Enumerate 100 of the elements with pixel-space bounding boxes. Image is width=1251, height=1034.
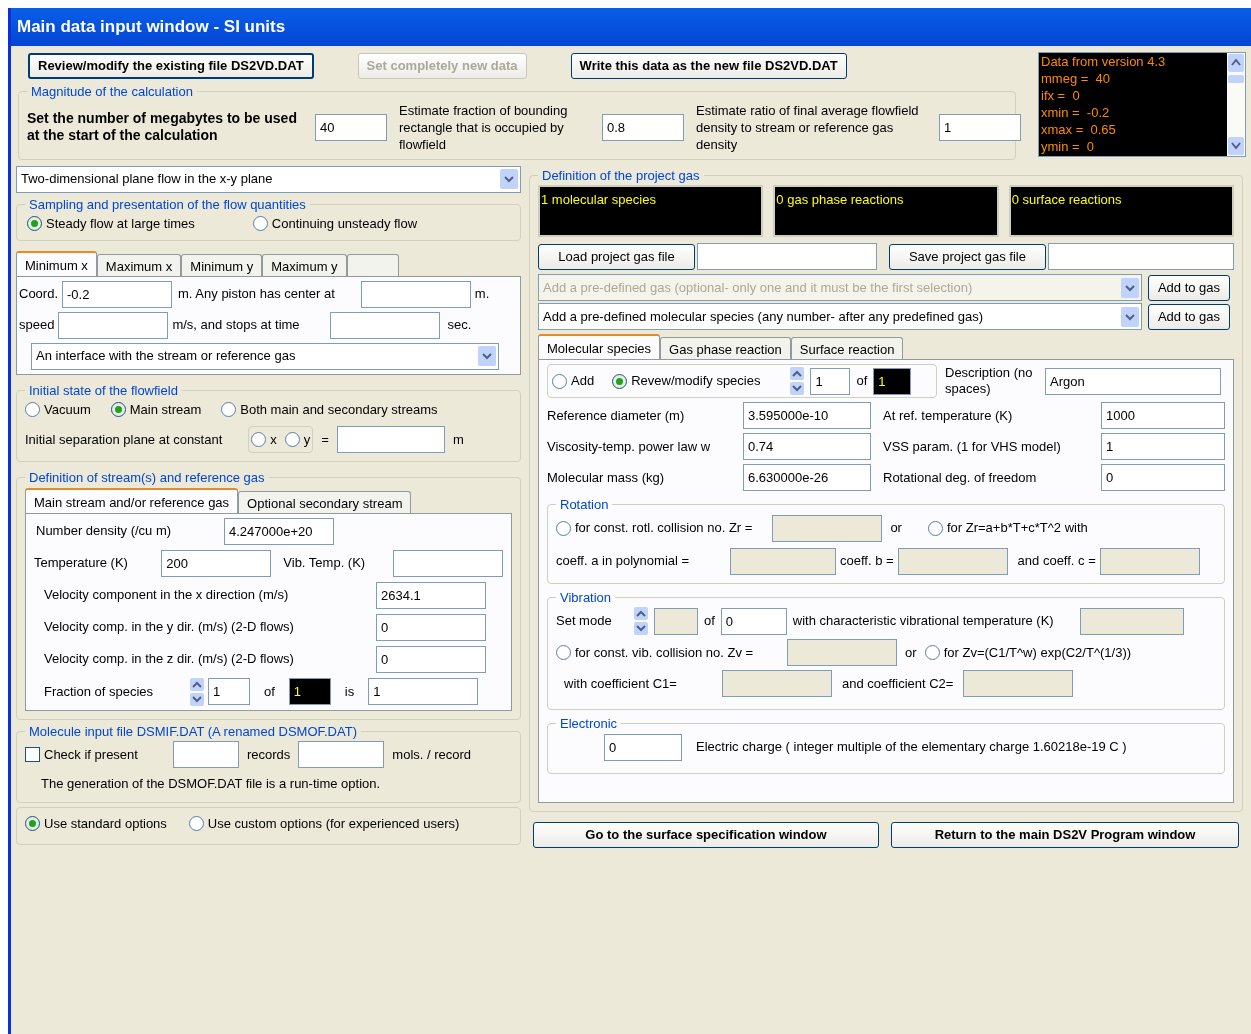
- label: Velocity comp. in the y dir. (m/s) (2-D flows): [44, 618, 295, 637]
- text-field[interactable]: 0: [376, 645, 486, 673]
- group-title: Molecule input file DSMIF.DAT (A renamed DSMOF.DAT): [28, 722, 358, 741]
- log-line: ifx = 0: [1041, 87, 1081, 104]
- text-field[interactable]: 1000: [1101, 402, 1225, 429]
- radio-button[interactable]: Both main and secondary streams: [221, 400, 438, 420]
- button[interactable]: Save project gas file: [888, 243, 1046, 270]
- radio-button[interactable]: Use standard options: [25, 814, 167, 834]
- text-field[interactable]: 3.595000e-10: [743, 402, 871, 429]
- text-field[interactable]: [173, 741, 239, 768]
- text-field[interactable]: 1: [873, 367, 912, 395]
- text-field[interactable]: 0.74: [743, 433, 871, 460]
- tab[interactable]: Surface reaction: [790, 337, 904, 359]
- tab[interactable]: Minimum x: [16, 250, 97, 276]
- button[interactable]: Return to the main DS2V Program window: [891, 821, 1239, 848]
- chevron-down-icon: [1121, 306, 1139, 327]
- tab[interactable]: Optional secondary stream: [238, 490, 412, 513]
- text-field[interactable]: 6.630000e-26: [743, 464, 871, 491]
- text-field[interactable]: [1048, 243, 1234, 270]
- text-field[interactable]: 40: [315, 113, 387, 141]
- label: Rotational deg. of freedom: [883, 468, 1038, 487]
- spin-button[interactable]: [190, 677, 204, 706]
- group-title: Definition of the project gas: [541, 166, 701, 185]
- tab[interactable]: Maximum x: [96, 253, 182, 276]
- text-field[interactable]: 1: [288, 678, 331, 705]
- label: Coord.: [19, 285, 59, 304]
- label: Molecular mass (kg): [547, 468, 666, 487]
- text-field[interactable]: 1: [939, 113, 1021, 141]
- tab[interactable]: Minimum y: [181, 253, 263, 276]
- text-field[interactable]: 0: [376, 613, 486, 641]
- radio-button[interactable]: x: [251, 429, 277, 449]
- dropdown[interactable]: An interface with the stream or reference gas: [31, 342, 499, 370]
- label: of: [704, 612, 715, 631]
- radio-button[interactable]: Vacuum: [25, 400, 91, 420]
- text-field[interactable]: -0.2: [62, 280, 173, 308]
- text-field[interactable]: [697, 243, 878, 270]
- spin-button[interactable]: [790, 367, 805, 395]
- label: m. Any piston has center at: [178, 285, 335, 304]
- radio-button[interactable]: Use custom options (for experienced users): [188, 814, 460, 834]
- radio-button[interactable]: Continuing unsteady flow: [252, 214, 418, 234]
- radio-button[interactable]: Add: [552, 371, 595, 391]
- text-field[interactable]: 1: [1101, 433, 1225, 460]
- text-field[interactable]: 0: [720, 607, 787, 635]
- group-title: Electronic: [559, 715, 619, 733]
- label: and coefficient C2=: [842, 674, 954, 693]
- dropdown[interactable]: Add a pre-defined molecular species (any number- after any predefined gas): [538, 303, 1142, 330]
- group-title: Rotation: [559, 496, 610, 514]
- text-field[interactable]: [298, 741, 385, 768]
- label: coeff. a in polynomial =: [556, 552, 691, 571]
- radio-button[interactable]: Revew/modify species: [612, 371, 761, 391]
- radio-button[interactable]: Main stream: [110, 400, 202, 420]
- text-field[interactable]: 0.8: [602, 113, 684, 141]
- tab[interactable]: Gas phase reaction: [660, 337, 791, 359]
- button[interactable]: Go to the surface specification window: [533, 821, 879, 848]
- tab[interactable]: [346, 253, 399, 276]
- chevron-down-icon: [478, 346, 496, 366]
- text-field[interactable]: [58, 311, 169, 339]
- text-field[interactable]: 200: [161, 549, 272, 577]
- text-field[interactable]: 4.247000e+20: [224, 517, 334, 545]
- label: or: [890, 519, 902, 538]
- text-field[interactable]: [336, 425, 445, 453]
- label: records: [247, 745, 291, 764]
- group-title: Vibration: [559, 588, 613, 607]
- radio-button[interactable]: for const. rotl. collision no. Zr =: [556, 518, 753, 538]
- button[interactable]: Write this data as the new file DS2VD.DAT: [570, 53, 847, 79]
- radio-button[interactable]: for Zr=a+b*T+c*T^2 with: [927, 518, 1088, 538]
- text-field[interactable]: 1: [368, 678, 479, 705]
- text-field[interactable]: Argon: [1045, 367, 1221, 395]
- radio-button[interactable]: Steady flow at large times: [27, 214, 195, 234]
- group-title: Sampling and presentation of the flow quantities: [28, 195, 307, 214]
- button[interactable]: Load project gas file: [538, 243, 696, 270]
- checkbox[interactable]: Check if present: [25, 744, 165, 765]
- label: Electric charge ( integer multiple of the elementary charge 1.60218e-19 C ): [696, 738, 1127, 757]
- text-field[interactable]: 0: [1101, 464, 1225, 491]
- tab[interactable]: Molecular species: [538, 334, 661, 359]
- text-field[interactable]: 2634.1: [376, 581, 486, 609]
- text-field[interactable]: [329, 311, 440, 339]
- window-title: Main data input window - SI units: [17, 16, 286, 39]
- text-field[interactable]: 0: [604, 733, 682, 761]
- label: Velocity component in the x direction (m/s): [44, 586, 290, 605]
- tab[interactable]: Maximum y: [262, 253, 347, 276]
- label: with coefficient C1=: [564, 674, 678, 693]
- dropdown[interactable]: Two-dimensional plane flow in the x-y plane: [16, 165, 521, 193]
- log-line: xmin = -0.2: [1041, 104, 1111, 121]
- summary-text: 0 surface reactions: [1011, 192, 1122, 207]
- text-field[interactable]: [393, 549, 503, 577]
- text-field[interactable]: 1: [208, 678, 250, 705]
- text-field[interactable]: 1: [810, 367, 851, 395]
- label: =: [321, 430, 329, 449]
- button[interactable]: Review/modify the existing file DS2VD.DAT: [28, 53, 314, 79]
- radio-button[interactable]: for Zv=(C1/T^w) exp(C2/T^(1/3)): [924, 642, 1132, 663]
- label: m/s, and stops at time: [172, 316, 300, 335]
- spin-button[interactable]: [634, 607, 648, 635]
- text-field[interactable]: [360, 280, 471, 308]
- radio-button[interactable]: y: [284, 429, 311, 449]
- label: Set mode: [556, 612, 613, 631]
- button[interactable]: Add to gas: [1148, 303, 1230, 330]
- scrollbar[interactable]: [1227, 53, 1245, 156]
- radio-button[interactable]: for const. vib. collision no. Zv =: [556, 642, 754, 663]
- tab[interactable]: Main stream and/or reference gas: [25, 487, 239, 513]
